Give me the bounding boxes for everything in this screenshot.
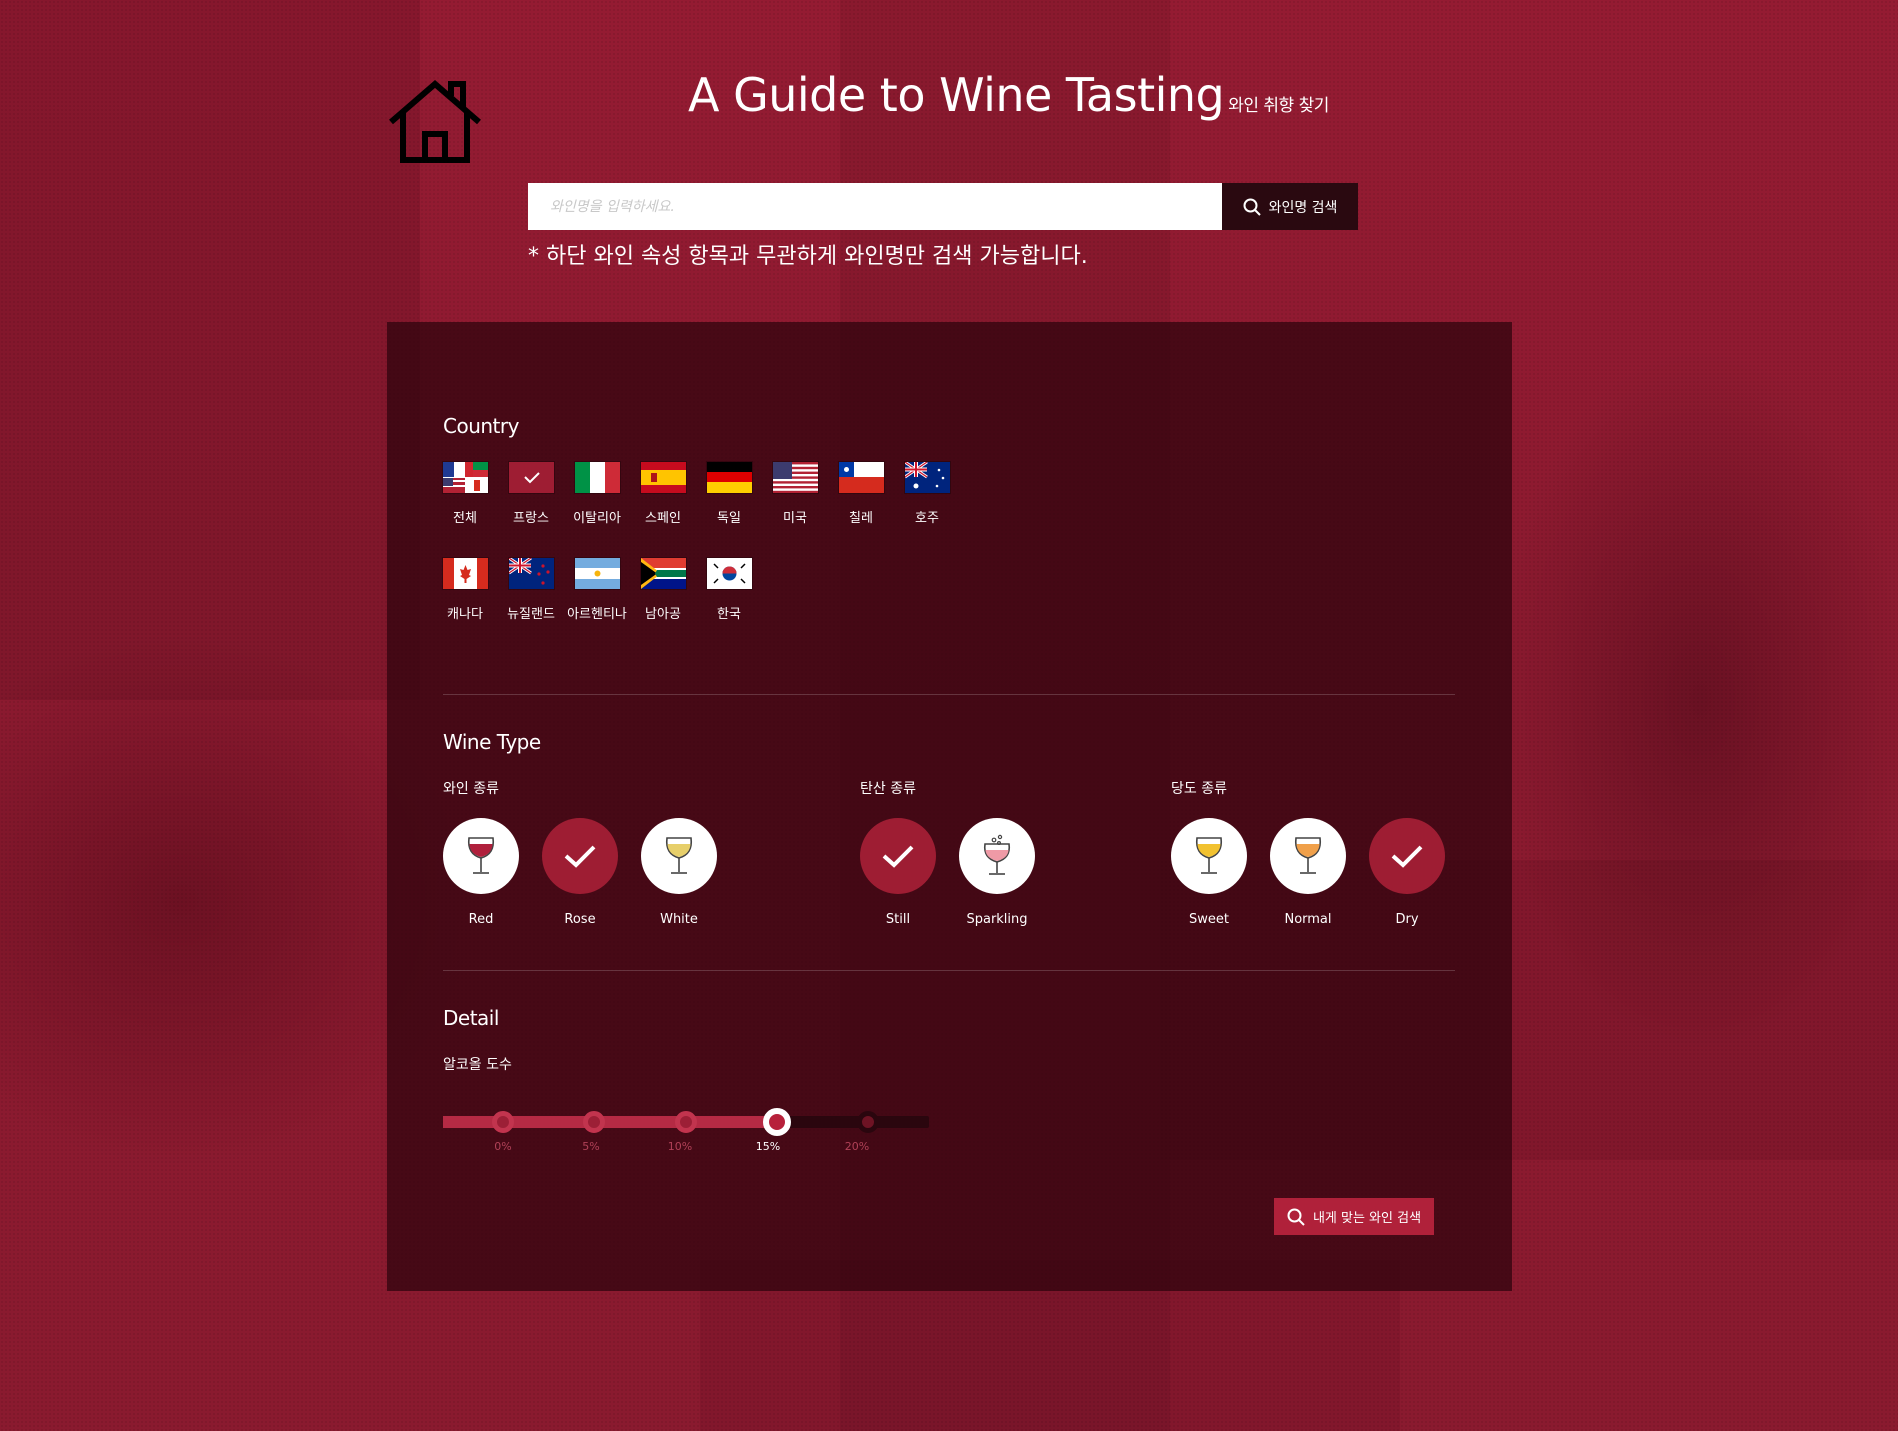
- filter-panel: Country 전체 프랑스 이탈리아 스페인 독일 미국 칠레 호주 캐나다 …: [387, 322, 1512, 1291]
- flag-germany-icon: [706, 462, 752, 493]
- country-label: 캐나다: [447, 607, 483, 622]
- country-usa[interactable]: 미국: [762, 462, 828, 526]
- flag-italy-icon: [574, 462, 620, 493]
- search-note: * 하단 와인 속성 항목과 무관하게 와인명만 검색 가능합니다.: [528, 244, 1088, 269]
- country-spain[interactable]: 스페인: [630, 462, 696, 526]
- country-australia[interactable]: 호주: [894, 462, 960, 526]
- wine-type-label: White: [660, 912, 698, 927]
- flag-chile-icon: [838, 462, 884, 493]
- country-label: 독일: [717, 511, 741, 526]
- title-text: A Guide to Wine Tasting: [688, 68, 1225, 122]
- wine-type-label: Dry: [1395, 912, 1419, 927]
- wine-type-label: Normal: [1284, 912, 1332, 927]
- wine-type-sweet[interactable]: Sweet: [1171, 818, 1247, 927]
- wine-kind-label: 와인 종류: [443, 781, 499, 797]
- flag-korea-icon: [706, 558, 752, 589]
- country-southafrica[interactable]: 남아공: [630, 558, 696, 622]
- alcohol-label: 알코올 도수: [443, 1057, 512, 1073]
- country-label: 한국: [717, 607, 741, 622]
- my-search-label: 내게 맞는 와인 검색: [1312, 1211, 1422, 1226]
- carbonation-label: 탄산 종류: [860, 781, 916, 797]
- alcohol-slider[interactable]: [443, 1102, 929, 1142]
- red-wine-glass-icon: [443, 818, 519, 894]
- wine-name-search-input[interactable]: [528, 183, 1222, 230]
- check-icon: [860, 818, 936, 894]
- country-label: 호주: [915, 511, 939, 526]
- wine-type-section-title: Wine Type: [443, 730, 541, 754]
- flag-spain-icon: [640, 462, 686, 493]
- country-section-title: Country: [443, 414, 519, 438]
- country-label: 뉴질랜드: [507, 607, 555, 622]
- wine-name-search: 와인명 검색: [528, 183, 1358, 230]
- wine-type-white[interactable]: White: [641, 818, 717, 927]
- country-canada[interactable]: 캐나다: [432, 558, 498, 622]
- country-france[interactable]: 프랑스: [498, 462, 564, 526]
- slider-tick-label: 15%: [755, 1140, 781, 1153]
- wine-type-still[interactable]: Still: [860, 818, 936, 927]
- wine-type-dry[interactable]: Dry: [1369, 818, 1445, 927]
- wine-type-label: Sparkling: [966, 912, 1028, 927]
- slider-tick-label: 0%: [494, 1140, 512, 1153]
- sparkling-wine-glass-icon: [959, 818, 1035, 894]
- wine-type-label: Red: [468, 912, 494, 927]
- country-label: 미국: [783, 511, 807, 526]
- wine-type-label: Sweet: [1189, 912, 1229, 927]
- flag-usa-icon: [772, 462, 818, 493]
- slider-ticks: 0% 5% 10% 15% 20%: [443, 1140, 929, 1160]
- wine-type-label: Still: [885, 912, 911, 927]
- flag-newzealand-icon: [508, 558, 554, 589]
- wine-type-rose[interactable]: Rose: [542, 818, 618, 927]
- home-icon[interactable]: [385, 78, 485, 164]
- country-label: 프랑스: [513, 511, 549, 526]
- slider-stop-1[interactable]: [583, 1111, 605, 1133]
- slider-stop-2[interactable]: [675, 1111, 697, 1133]
- section-divider: [443, 970, 1455, 971]
- detail-section-title: Detail: [443, 1006, 499, 1030]
- sweet-wine-glass-icon: [1171, 818, 1247, 894]
- sweetness-label: 당도 종류: [1171, 781, 1227, 797]
- flag-france-selected-icon: [508, 462, 554, 493]
- country-germany[interactable]: 독일: [696, 462, 762, 526]
- wine-type-sparkling[interactable]: Sparkling: [959, 818, 1035, 927]
- my-wine-search-button[interactable]: 내게 맞는 와인 검색: [1274, 1198, 1434, 1235]
- flag-australia-icon: [904, 462, 950, 493]
- slider-stop-0[interactable]: [492, 1111, 514, 1133]
- check-icon: [1369, 818, 1445, 894]
- slider-tick-label: 10%: [667, 1140, 693, 1153]
- slider-tick-label: 20%: [844, 1140, 870, 1153]
- section-divider: [443, 694, 1455, 695]
- country-newzealand[interactable]: 뉴질랜드: [498, 558, 564, 622]
- wine-type-label: Rose: [564, 912, 596, 927]
- flag-argentina-icon: [574, 558, 620, 589]
- normal-wine-glass-icon: [1270, 818, 1346, 894]
- wine-name-search-button[interactable]: 와인명 검색: [1222, 183, 1358, 230]
- country-italy[interactable]: 이탈리아: [564, 462, 630, 526]
- slider-stop-3[interactable]: [763, 1108, 791, 1136]
- wine-type-normal[interactable]: Normal: [1270, 818, 1346, 927]
- country-korea[interactable]: 한국: [696, 558, 762, 622]
- check-icon: [542, 818, 618, 894]
- country-label: 이탈리아: [573, 511, 621, 526]
- title-subtitle: 와인 취향 찾기: [1228, 96, 1329, 116]
- slider-stop-4[interactable]: [857, 1111, 879, 1133]
- search-button-label: 와인명 검색: [1268, 199, 1338, 216]
- country-label: 칠레: [849, 511, 873, 526]
- country-chile[interactable]: 칠레: [828, 462, 894, 526]
- country-label: 아르헨티나: [567, 607, 627, 622]
- country-label: 남아공: [645, 607, 681, 622]
- country-all[interactable]: 전체: [432, 462, 498, 526]
- slider-tick-label: 5%: [582, 1140, 600, 1153]
- flag-canada-icon: [442, 558, 488, 589]
- country-argentina[interactable]: 아르헨티나: [564, 558, 630, 622]
- search-icon: [1287, 1208, 1305, 1226]
- search-icon: [1243, 198, 1261, 216]
- flag-southafrica-icon: [640, 558, 686, 589]
- wine-type-red[interactable]: Red: [443, 818, 519, 927]
- country-label: 스페인: [645, 511, 681, 526]
- flag-all-icon: [442, 462, 488, 493]
- country-label: 전체: [453, 511, 477, 526]
- white-wine-glass-icon: [641, 818, 717, 894]
- page-title: A Guide to Wine Tasting 와인 취향 찾기: [688, 68, 1329, 122]
